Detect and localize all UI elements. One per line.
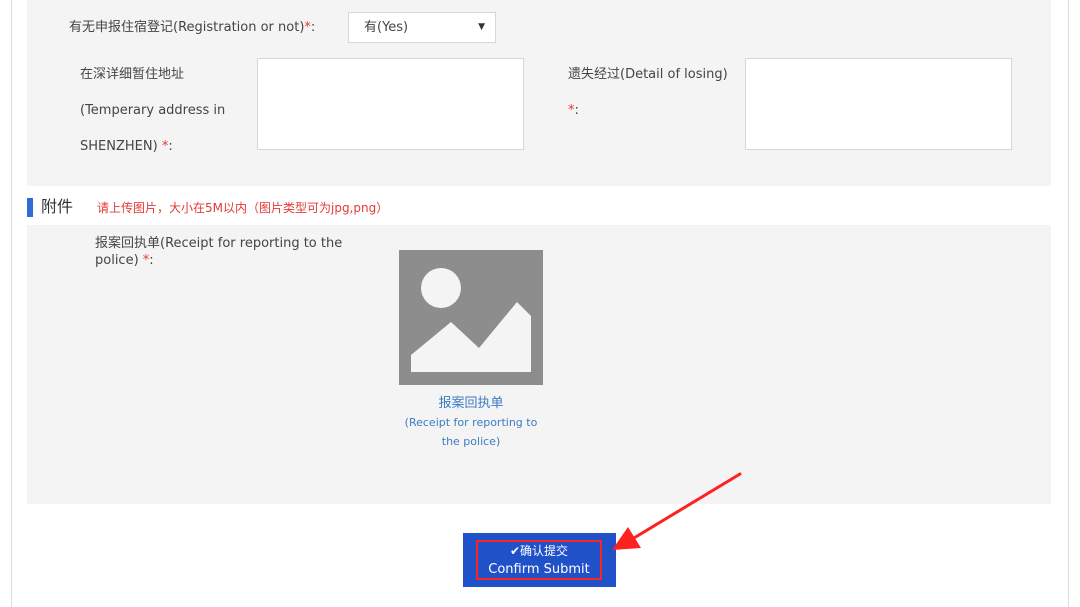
registration-label: 有无申报住宿登记(Registration or not)*: bbox=[69, 19, 315, 37]
dropdown-arrow-icon: ▼ bbox=[478, 22, 485, 32]
address-textarea[interactable] bbox=[257, 58, 524, 150]
submit-highlight-box: ✔确认提交 Confirm Submit bbox=[476, 540, 602, 580]
label-colon: : bbox=[168, 139, 173, 154]
address-label-line3: SHENZHEN) *: bbox=[80, 138, 173, 156]
confirm-submit-button[interactable]: ✔确认提交 Confirm Submit bbox=[463, 533, 616, 587]
submit-label-cn: ✔确认提交 bbox=[478, 543, 600, 560]
detail-textarea[interactable] bbox=[745, 58, 1012, 150]
submit-label-en: Confirm Submit bbox=[488, 562, 590, 577]
right-border bbox=[1068, 0, 1069, 607]
detail-label: 遗失经过(Detail of losing) bbox=[568, 67, 728, 82]
section-title: 附件 bbox=[41, 197, 74, 216]
image-placeholder-icon bbox=[411, 268, 531, 372]
registration-label-text: 有无申报住宿登记(Registration or not) bbox=[69, 20, 305, 35]
section-marker bbox=[27, 198, 33, 217]
upload-note: 请上传图片，大小在5M以内（图片类型可为jpg,png） bbox=[97, 201, 389, 215]
registration-select-value: 有(Yes) bbox=[364, 20, 409, 35]
address-label-line1: 在深详细暂住地址 bbox=[80, 67, 185, 82]
receipt-caption-cn: 报案回执单 bbox=[438, 396, 504, 411]
receipt-label-line2: police) *: bbox=[95, 252, 154, 270]
receipt-label-line2-text: police) bbox=[95, 253, 139, 268]
submit-label-cn-text: 确认提交 bbox=[520, 544, 569, 558]
receipt-label-line1: 报案回执单(Receipt for reporting to the bbox=[95, 236, 343, 251]
left-border bbox=[11, 0, 12, 607]
receipt-caption-en-line1: (Receipt for reporting to bbox=[404, 416, 538, 429]
receipt-upload-box[interactable] bbox=[399, 250, 543, 385]
label-colon: : bbox=[574, 103, 579, 118]
address-label-line3-text: SHENZHEN) bbox=[80, 139, 158, 154]
address-label-line2: (Temperary address in bbox=[80, 103, 226, 118]
label-colon: : bbox=[149, 253, 154, 268]
checkmark-icon: ✔ bbox=[509, 544, 521, 558]
detail-label-required: *: bbox=[568, 102, 579, 120]
registration-select[interactable]: 有(Yes) ▼ bbox=[348, 12, 496, 43]
label-colon: : bbox=[310, 20, 316, 35]
receipt-caption-en-line2: the police) bbox=[441, 435, 501, 448]
